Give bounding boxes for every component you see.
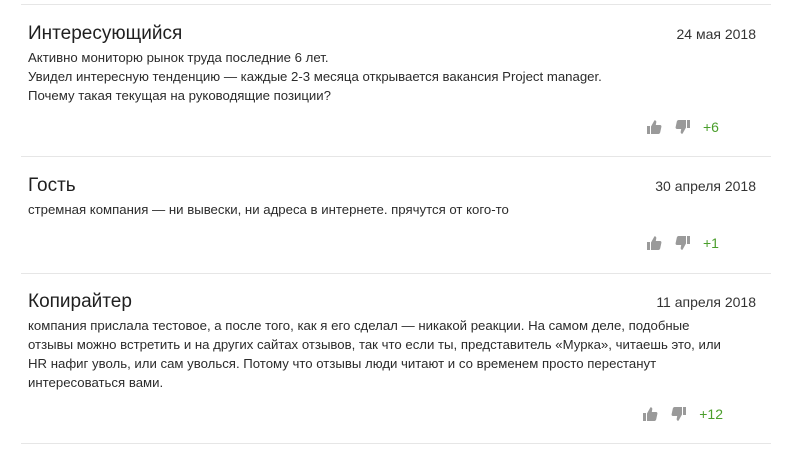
review-date: 30 апреля 2018 xyxy=(655,178,756,194)
review-score: +6 xyxy=(703,119,719,135)
review-date: 24 мая 2018 xyxy=(676,26,757,42)
thumbs-down-icon[interactable] xyxy=(670,405,688,423)
divider xyxy=(21,443,771,444)
review-item: Копирайтер 11 апреля 2018 компания присл… xyxy=(28,290,759,430)
review-text: компания прислала тестовое, а после того… xyxy=(28,316,758,392)
review-item: Интересующийся 24 мая 2018 Активно монит… xyxy=(28,22,759,138)
review-text-line: интересоваться вами. xyxy=(28,375,164,390)
thumbs-down-icon[interactable] xyxy=(674,234,692,252)
review-score: +12 xyxy=(699,406,723,422)
review-text: Активно мониторю рынок труда последние 6… xyxy=(28,48,758,105)
review-text-line: компания прислала тестовое, а после того… xyxy=(28,318,690,333)
review-text-line: Активно мониторю рынок труда последние 6… xyxy=(28,50,329,65)
review-text-line: отзывы можно встретить и на других сайта… xyxy=(28,337,721,352)
review-votes: +12 xyxy=(641,404,723,424)
review-author: Интересующийся xyxy=(28,23,183,44)
thumbs-up-icon[interactable] xyxy=(645,234,663,252)
review-text: стремная компания — ни вывески, ни адрес… xyxy=(28,200,758,219)
thumbs-up-icon[interactable] xyxy=(645,118,663,136)
review-author: Гость xyxy=(28,175,76,196)
reviews-feed: Интересующийся 24 мая 2018 Активно монит… xyxy=(0,0,789,452)
divider xyxy=(21,4,771,5)
thumbs-down-icon[interactable] xyxy=(674,118,692,136)
review-text-line: Увидел интересную тенденцию — каждые 2-3… xyxy=(28,69,602,84)
review-text-line: Почему такая текущая на руководящие пози… xyxy=(28,88,331,103)
review-item: Гость 30 апреля 2018 стремная компания —… xyxy=(28,174,759,258)
review-date: 11 апреля 2018 xyxy=(656,294,756,310)
review-text-line: стремная компания — ни вывески, ни адрес… xyxy=(28,202,509,217)
thumbs-up-icon[interactable] xyxy=(641,405,659,423)
review-author: Копирайтер xyxy=(28,291,132,312)
divider xyxy=(21,156,771,157)
divider xyxy=(21,273,771,274)
review-text-line: HR нафиг уволь, или сам уволься. Потому … xyxy=(28,356,657,371)
review-votes: +1 xyxy=(645,233,723,253)
review-votes: +6 xyxy=(645,117,723,137)
review-score: +1 xyxy=(703,235,719,251)
